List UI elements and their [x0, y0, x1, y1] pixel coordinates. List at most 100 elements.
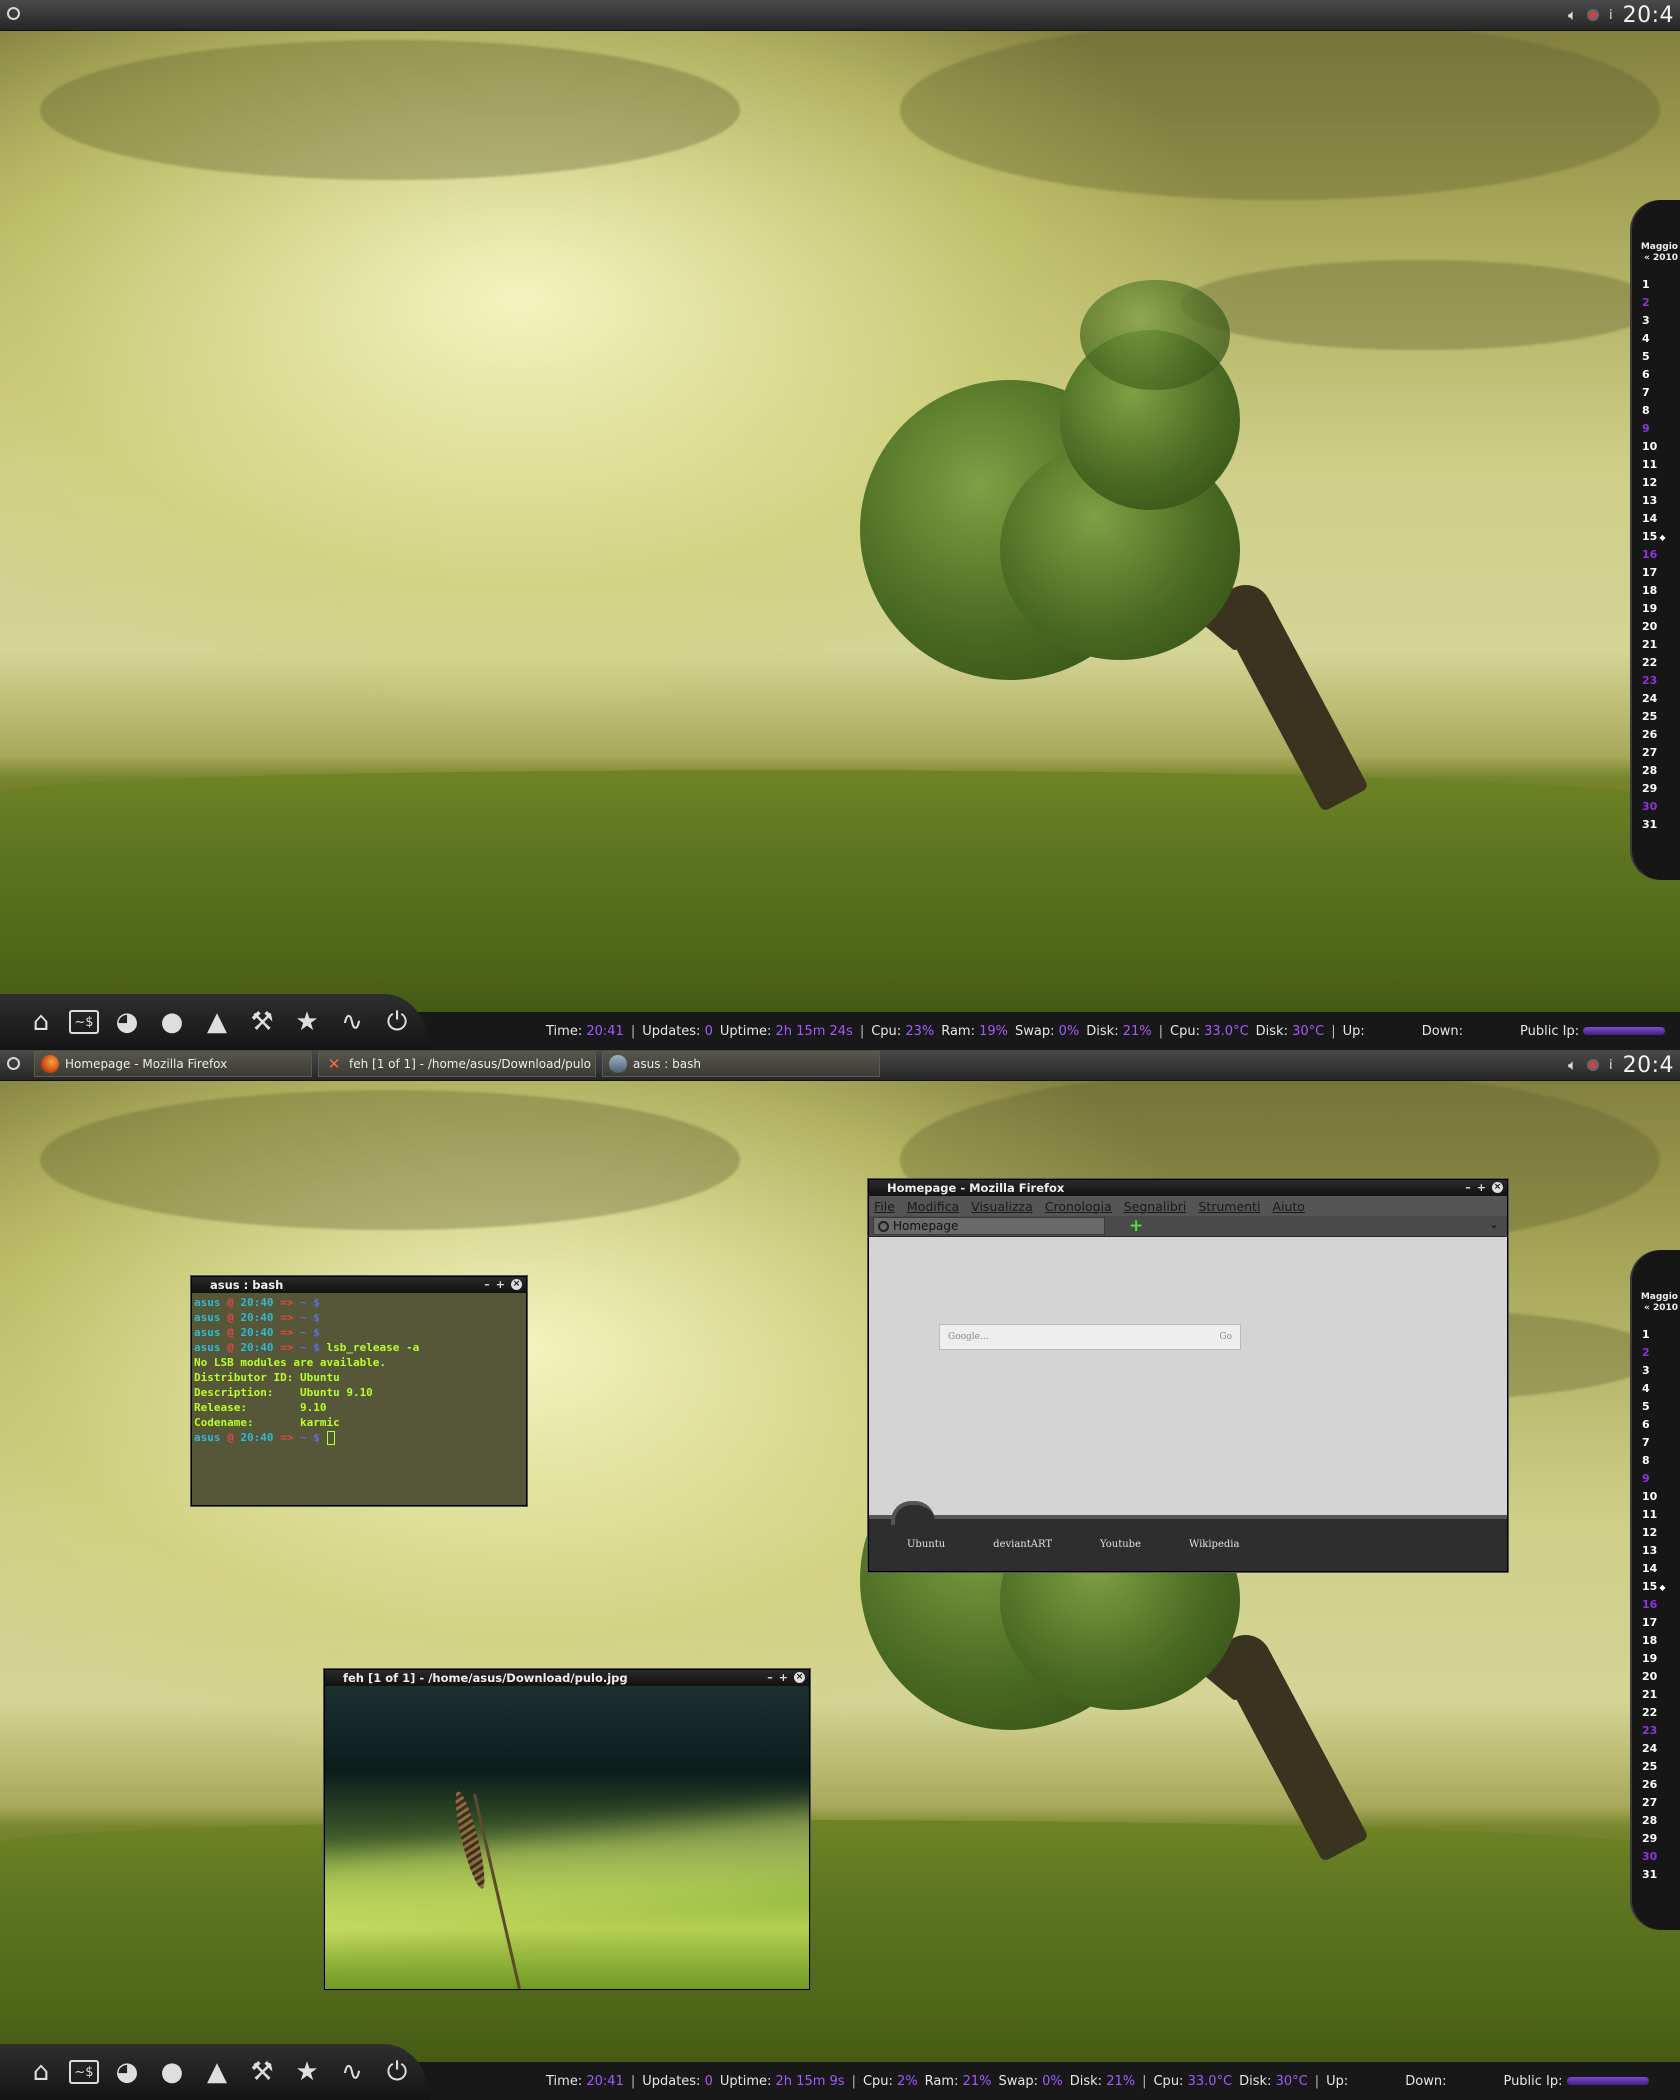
calendar-day[interactable]: 19	[1642, 600, 1672, 618]
calendar-day[interactable]: 9	[1642, 1470, 1672, 1488]
maximize-button[interactable]: +	[1477, 1180, 1486, 1196]
calendar-day[interactable]: 9	[1642, 420, 1672, 438]
calendar-day[interactable]: 18	[1642, 582, 1672, 600]
record-icon[interactable]	[1586, 9, 1599, 21]
chat-icon[interactable]: ●	[155, 2055, 189, 2089]
calendar-day[interactable]: 1	[1642, 276, 1672, 294]
calendar-day[interactable]: 8	[1642, 402, 1672, 420]
calendar-day[interactable]: 14	[1642, 1560, 1672, 1578]
calendar-day[interactable]: 28	[1642, 1812, 1672, 1830]
calendar-day[interactable]: 7	[1642, 384, 1672, 402]
clock[interactable]: 20:4	[1623, 3, 1674, 28]
terminal-output[interactable]: asus @ 20:40 => ~ $ asus @ 20:40 => ~ $ as…	[192, 1293, 526, 1505]
calendar-day[interactable]: 17	[1642, 1614, 1672, 1632]
calendar-day[interactable]: 15	[1642, 1578, 1672, 1596]
menu-circle-icon[interactable]	[7, 7, 20, 20]
calendar-day[interactable]: 26	[1642, 1776, 1672, 1794]
calendar-day[interactable]: 3	[1642, 312, 1672, 330]
calendar-day[interactable]: 10	[1642, 438, 1672, 456]
calendar-day[interactable]: 16	[1642, 1596, 1672, 1614]
pulse-icon[interactable]: ∿	[335, 1005, 369, 1039]
calendar-day[interactable]: 6	[1642, 366, 1672, 384]
calendar-day[interactable]: 4	[1642, 1380, 1672, 1398]
terminal-window[interactable]: asus : bash – + × asus @ 20:40 => ~ $ asu…	[191, 1276, 527, 1506]
close-button[interactable]: ×	[511, 1279, 522, 1290]
calendar-day[interactable]: 12	[1642, 474, 1672, 492]
calendar-day[interactable]: 11	[1642, 1506, 1672, 1524]
calendar-day[interactable]: 28	[1642, 762, 1672, 780]
calendar-day[interactable]: 4	[1642, 330, 1672, 348]
wrench-icon[interactable]: ⚒	[245, 1005, 279, 1039]
tab-list-chevron-icon[interactable]: ⌄	[1489, 1217, 1499, 1231]
calendar-day[interactable]: 3	[1642, 1362, 1672, 1380]
calendar-day[interactable]: 24	[1642, 1740, 1672, 1758]
calendar-day[interactable]: 15	[1642, 528, 1672, 546]
window-titlebar[interactable]: Homepage - Mozilla Firefox – + ×	[869, 1180, 1507, 1196]
calendar-day[interactable]: 10	[1642, 1488, 1672, 1506]
calendar-prev-year[interactable]: « 2010	[1641, 253, 1678, 264]
volume-icon[interactable]: 🔈︎	[1568, 1056, 1577, 1074]
menu-item-visualizza[interactable]: Visualizza	[971, 1199, 1033, 1214]
pulse-icon[interactable]: ∿	[335, 2055, 369, 2089]
star-icon[interactable]: ★	[290, 2055, 324, 2089]
record-icon[interactable]	[1586, 1059, 1599, 1071]
search-input[interactable]: Google...	[948, 1332, 989, 1342]
info-icon[interactable]: i	[1609, 1058, 1613, 1073]
calendar-day[interactable]: 8	[1642, 1452, 1672, 1470]
calendar-day[interactable]: 21	[1642, 636, 1672, 654]
calendar-day[interactable]: 31	[1642, 1866, 1672, 1884]
calendar-day[interactable]: 13	[1642, 1542, 1672, 1560]
calendar-day[interactable]: 27	[1642, 1794, 1672, 1812]
menu-item-aiuto[interactable]: Aiuto	[1272, 1199, 1305, 1214]
calendar-day[interactable]: 31	[1642, 816, 1672, 834]
calendar-day[interactable]: 22	[1642, 654, 1672, 672]
calendar-day[interactable]: 26	[1642, 726, 1672, 744]
task-terminal[interactable]: asus : bash	[602, 1051, 880, 1077]
window-titlebar[interactable]: asus : bash – + ×	[192, 1277, 526, 1293]
terminal-icon[interactable]: ~$	[69, 1010, 99, 1034]
firefox-window[interactable]: Homepage - Mozilla Firefox – + × File Mod…	[868, 1179, 1508, 1572]
new-tab-plus-icon[interactable]: +	[1129, 1216, 1143, 1236]
info-icon[interactable]: i	[1609, 8, 1613, 23]
calendar-day[interactable]: 20	[1642, 618, 1672, 636]
calendar-day[interactable]: 2	[1642, 1344, 1672, 1362]
home-icon[interactable]: ⌂	[24, 2055, 58, 2089]
calendar-day[interactable]: 16	[1642, 546, 1672, 564]
calendar-day[interactable]: 5	[1642, 348, 1672, 366]
power-icon[interactable]: ⏻	[380, 2055, 414, 2089]
calendar-day[interactable]: 11	[1642, 456, 1672, 474]
menu-circle-icon[interactable]	[7, 1057, 20, 1070]
search-go-button[interactable]: Go	[1219, 1332, 1232, 1342]
calendar-day[interactable]: 2	[1642, 294, 1672, 312]
menu-item-strumenti[interactable]: Strumenti	[1198, 1199, 1260, 1214]
minimize-button[interactable]: –	[484, 1277, 490, 1293]
calendar-day[interactable]: 29	[1642, 1830, 1672, 1848]
calendar-day[interactable]: 19	[1642, 1650, 1672, 1668]
calendar-day[interactable]: 27	[1642, 744, 1672, 762]
calendar-day[interactable]: 14	[1642, 510, 1672, 528]
minimize-button[interactable]: –	[1465, 1180, 1471, 1196]
power-icon[interactable]: ⏻	[380, 1005, 414, 1039]
calendar-day[interactable]: 22	[1642, 1704, 1672, 1722]
calendar-day[interactable]: 1	[1642, 1326, 1672, 1344]
tab-homepage[interactable]: Homepage	[873, 1217, 1105, 1235]
menu-item-cronologia[interactable]: Cronologia	[1045, 1199, 1112, 1214]
terminal-icon[interactable]: ~$	[69, 2060, 99, 2084]
firefox-icon[interactable]: ◕	[110, 1005, 144, 1039]
task-firefox[interactable]: Homepage - Mozilla Firefox	[34, 1051, 312, 1077]
calendar-day[interactable]: 30	[1642, 798, 1672, 816]
calendar-day[interactable]: 6	[1642, 1416, 1672, 1434]
maximize-button[interactable]: +	[779, 1670, 788, 1686]
calendar-day[interactable]: 23	[1642, 1722, 1672, 1740]
feh-image-window[interactable]: feh [1 of 1] - /home/asus/Download/pulo.…	[324, 1669, 810, 1990]
calendar-day[interactable]: 20	[1642, 1668, 1672, 1686]
task-feh[interactable]: ✕ feh [1 of 1] - /home/asus/Download/pul…	[318, 1051, 596, 1077]
search-box[interactable]: Google... Go	[939, 1324, 1241, 1350]
link-ubuntu[interactable]: Ubuntu	[907, 1539, 945, 1550]
volume-icon[interactable]: 🔈︎	[1568, 6, 1577, 24]
calendar-day[interactable]: 17	[1642, 564, 1672, 582]
window-titlebar[interactable]: feh [1 of 1] - /home/asus/Download/pulo.…	[325, 1670, 809, 1686]
calendar-day[interactable]: 12	[1642, 1524, 1672, 1542]
menu-item-segnalibri[interactable]: Segnalibri	[1124, 1199, 1187, 1214]
link-deviantart[interactable]: deviantART	[993, 1539, 1052, 1550]
